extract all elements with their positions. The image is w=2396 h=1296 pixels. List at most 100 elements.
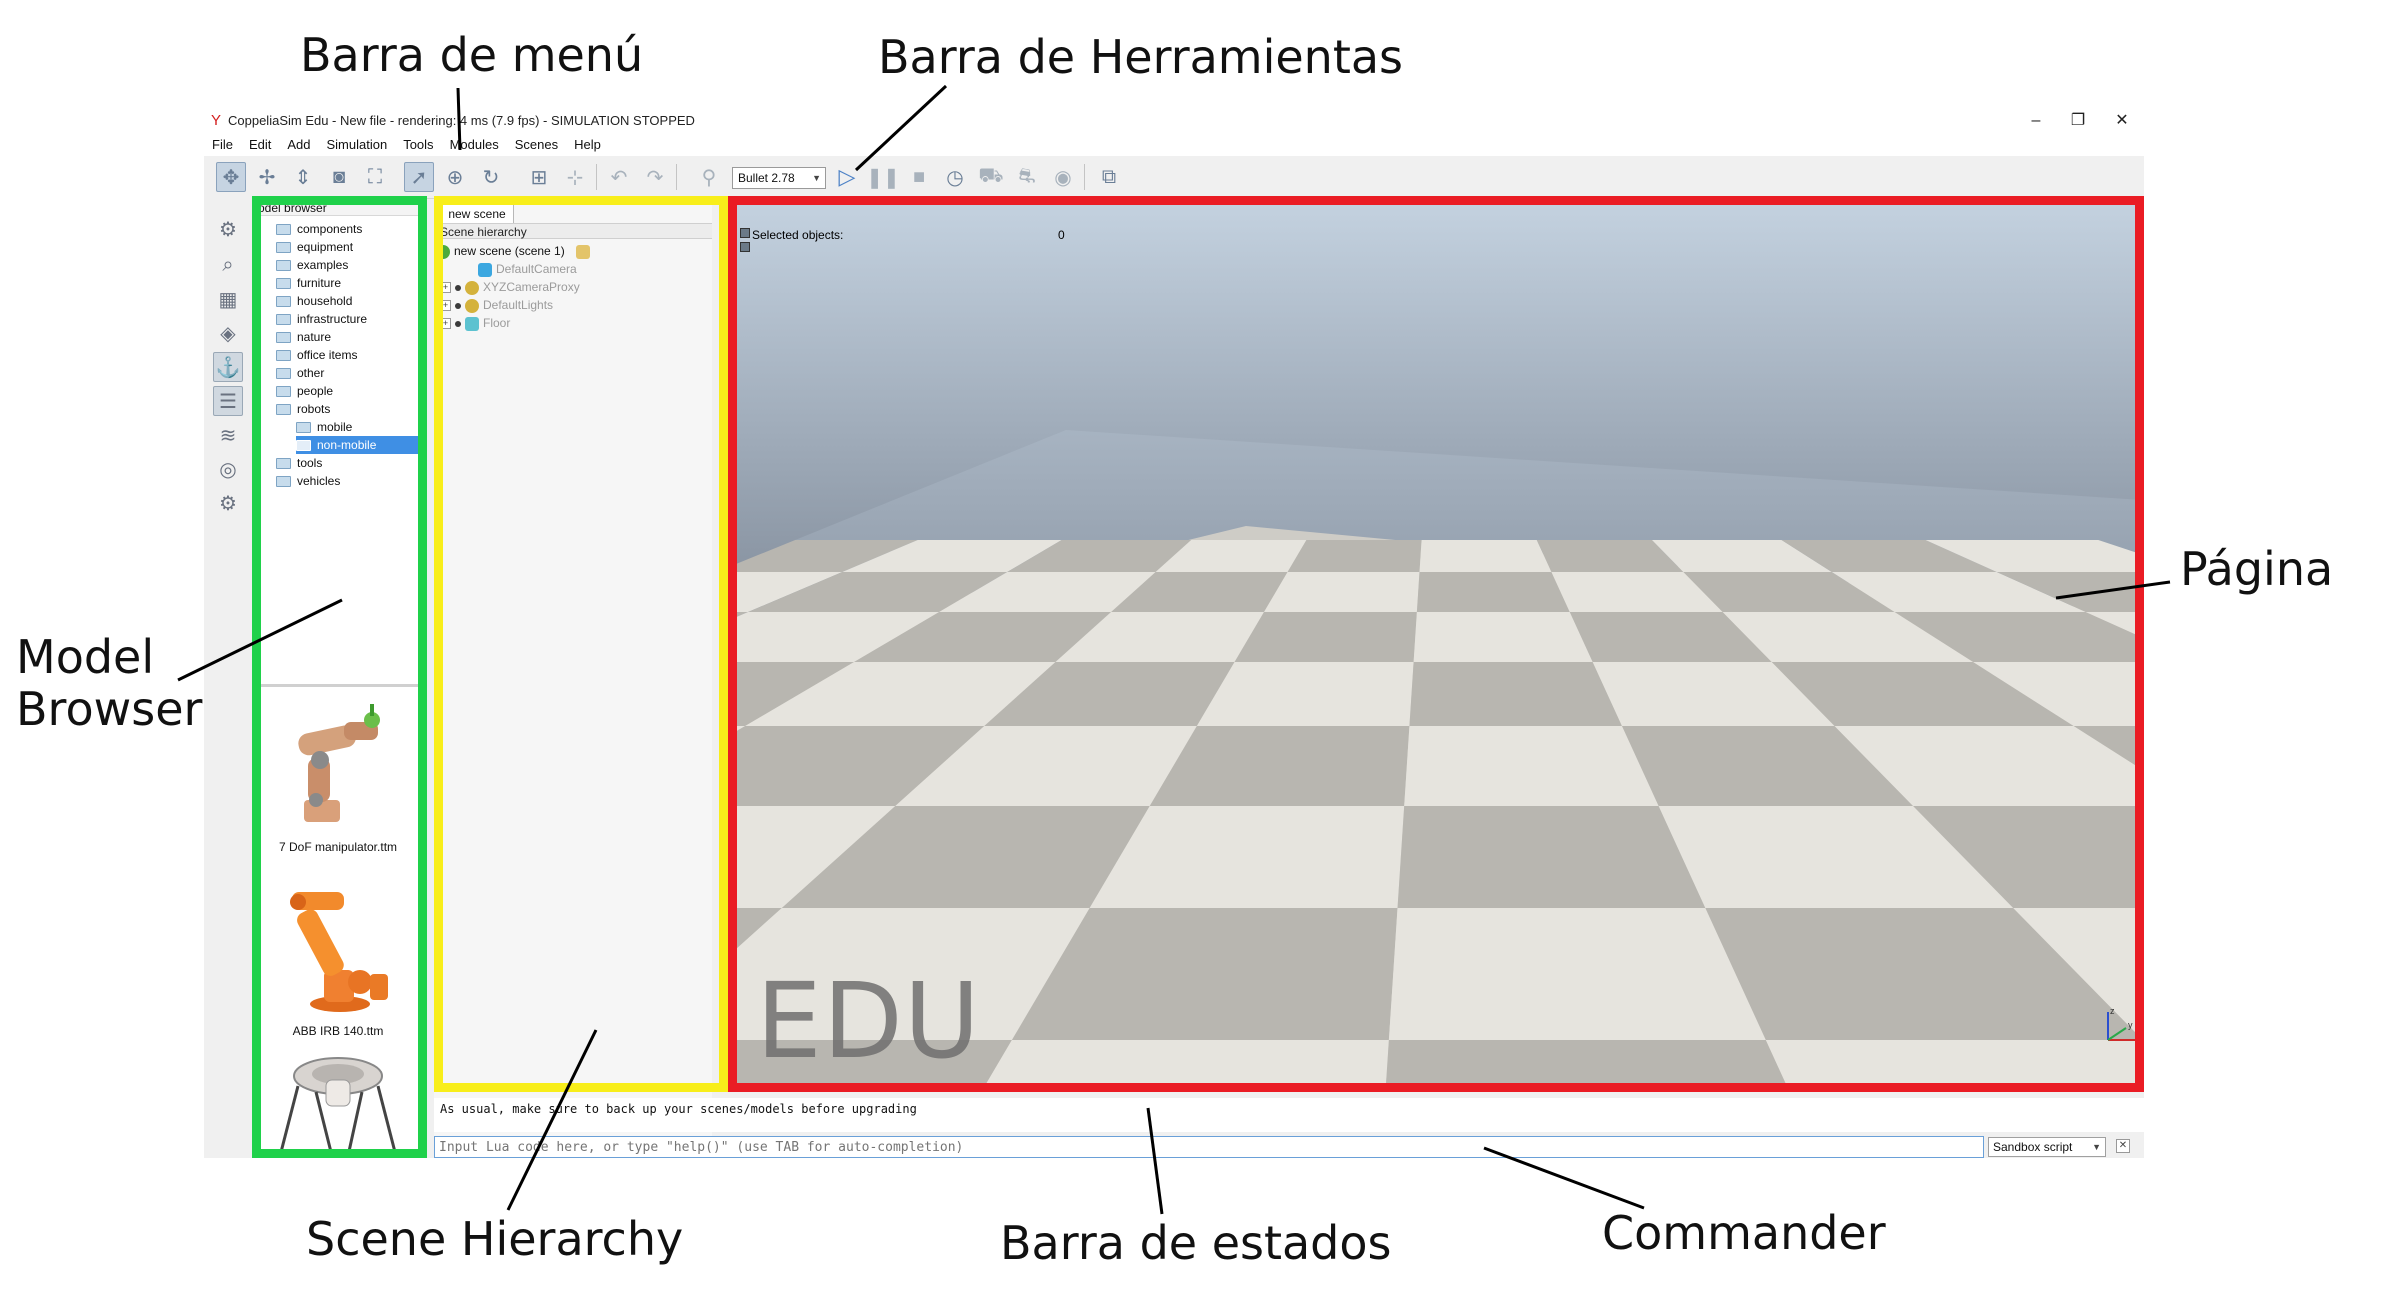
- video-recorder-icon[interactable]: ◎: [213, 454, 243, 484]
- folder-equipment[interactable]: equipment: [276, 238, 353, 256]
- calculator-icon[interactable]: ▦: [213, 284, 243, 314]
- folder-tools[interactable]: tools: [276, 454, 322, 472]
- realtime-icon[interactable]: ◷: [940, 162, 970, 192]
- viewport-option-icon[interactable]: [740, 242, 750, 252]
- maximize-button[interactable]: ❐: [2056, 110, 2100, 132]
- menu-file[interactable]: File: [204, 134, 241, 156]
- scene-viewport[interactable]: Selected objects: 0 EDU z y x: [736, 200, 2142, 1084]
- menu-help[interactable]: Help: [566, 134, 609, 156]
- floor-tile: [1397, 806, 1706, 908]
- folder-other[interactable]: other: [276, 364, 324, 382]
- menu-edit[interactable]: Edit: [241, 134, 279, 156]
- faster-icon[interactable]: ⛐: [1012, 162, 1042, 192]
- commander-close-icon[interactable]: ✕: [2116, 1139, 2130, 1153]
- viewport-menu-icon[interactable]: [740, 228, 750, 238]
- folder-icon: [276, 224, 291, 236]
- camera-rotate-icon[interactable]: ✢: [252, 162, 282, 192]
- model-browser-splitter[interactable]: [254, 684, 422, 687]
- scene-object-floor[interactable]: + Floor: [440, 314, 510, 332]
- folder-vehicles[interactable]: vehicles: [276, 472, 340, 490]
- close-button[interactable]: ✕: [2100, 110, 2144, 132]
- expand-icon[interactable]: +: [440, 318, 451, 330]
- tab-new-scene[interactable]: new scene: [440, 204, 514, 223]
- left-toolbar: ⚙ ⌕ ▦ ◈ ⚓ ☰ ≋ ◎ ⚙: [204, 198, 252, 1158]
- annotation-status-bar: Barra de estados: [1000, 1216, 1392, 1270]
- folder-mobile[interactable]: mobile: [296, 418, 352, 436]
- folder-office-items[interactable]: office items: [276, 346, 357, 364]
- folder-infrastructure[interactable]: infrastructure: [276, 310, 367, 328]
- folder-icon: [276, 260, 291, 272]
- visibility-dot-icon: [455, 302, 461, 309]
- folder-components[interactable]: components: [276, 220, 362, 238]
- delta-robot-thumbnail[interactable]: [272, 1056, 406, 1158]
- script-icon[interactable]: [576, 244, 591, 259]
- search-icon[interactable]: ⌕: [213, 250, 243, 280]
- folder-household[interactable]: household: [276, 292, 352, 310]
- folder-nature[interactable]: nature: [276, 328, 331, 346]
- menu-scenes[interactable]: Scenes: [507, 134, 566, 156]
- folder-icon: [276, 368, 291, 380]
- folder-furniture[interactable]: furniture: [276, 274, 341, 292]
- folder-people[interactable]: people: [276, 382, 333, 400]
- user-settings-icon[interactable]: ⚙: [213, 488, 243, 518]
- slower-icon[interactable]: ⛟: [976, 162, 1006, 192]
- folder-robots[interactable]: robots: [276, 400, 330, 418]
- assemble-icon[interactable]: ⊞: [524, 162, 554, 192]
- physics-engine-select[interactable]: Bullet 2.78 ▼: [732, 167, 826, 189]
- scene-object-xyzcameraproxy[interactable]: + XYZCameraProxy: [440, 278, 580, 296]
- simulation-settings-icon[interactable]: ⚙: [213, 214, 243, 244]
- camera-icon: [478, 262, 492, 277]
- object-rotate-icon[interactable]: ↻: [476, 162, 506, 192]
- folder-icon: [276, 314, 291, 326]
- folder-icon: [276, 332, 291, 344]
- scene-globe-icon: [436, 244, 450, 259]
- scene-object-defaultlights[interactable]: + DefaultLights: [440, 296, 553, 314]
- scene-root[interactable]: new scene (scene 1): [436, 242, 594, 260]
- expand-icon[interactable]: +: [440, 300, 451, 312]
- script-select[interactable]: Sandbox script ▼: [1988, 1137, 2106, 1157]
- toolbar: ✥ ✢ ⇕ ◙ ⛶ ➚ ⊕ ↻ ⊞ ⊹ ↶ ↷ ⚲ Bullet 2.78 ▼ …: [204, 156, 2144, 199]
- undo-icon[interactable]: ↶: [604, 162, 634, 192]
- floor-tile: [1419, 540, 1552, 572]
- page-selector-icon[interactable]: ⧉: [1094, 162, 1124, 192]
- folder-non-mobile[interactable]: non-mobile: [296, 436, 422, 454]
- folder-examples[interactable]: examples: [276, 256, 348, 274]
- floor-tile: [1234, 612, 1417, 662]
- stop-simulation-icon[interactable]: ■: [904, 162, 934, 192]
- menu-simulation[interactable]: Simulation: [319, 134, 396, 156]
- layers-icon[interactable]: ≋: [213, 420, 243, 450]
- minimize-button[interactable]: –: [2014, 110, 2058, 132]
- transfer-dna-icon[interactable]: ⊹: [560, 162, 590, 192]
- fit-to-view-icon[interactable]: ⛶: [360, 162, 390, 192]
- menu-add[interactable]: Add: [279, 134, 318, 156]
- commander-input[interactable]: [434, 1136, 1984, 1158]
- redo-icon[interactable]: ↷: [640, 162, 670, 192]
- visibility-dot-icon: [455, 284, 461, 291]
- object-select-icon[interactable]: ➚: [404, 162, 434, 192]
- manipulator-7dof-thumbnail[interactable]: [274, 700, 404, 828]
- camera-shift-icon[interactable]: ⇕: [288, 162, 318, 192]
- annotation-toolbar: Barra de Herramientas: [878, 30, 1404, 84]
- model-browser-toggle-icon[interactable]: ⚓: [213, 352, 243, 382]
- camera-pan-icon[interactable]: ✥: [216, 162, 246, 192]
- camera-angle-icon[interactable]: ◙: [324, 162, 354, 192]
- shape-edit-icon[interactable]: ◈: [213, 318, 243, 348]
- pause-simulation-icon[interactable]: ❚❚: [866, 162, 900, 192]
- expand-icon[interactable]: +: [440, 282, 451, 294]
- window-title: CoppeliaSim Edu - New file - rendering: …: [228, 113, 695, 128]
- object-shift-icon[interactable]: ⊕: [440, 162, 470, 192]
- menu-bar: File Edit Add Simulation Tools Modules S…: [204, 134, 2144, 156]
- start-simulation-icon[interactable]: ▷: [832, 162, 862, 192]
- floor-tile: [1287, 540, 1422, 572]
- abb-irb140-thumbnail[interactable]: [270, 884, 410, 1014]
- menu-tools[interactable]: Tools: [395, 134, 441, 156]
- floor-tile: [1196, 662, 1414, 726]
- scene-hierarchy-toggle-icon[interactable]: ☰: [213, 386, 243, 416]
- visualization-icon[interactable]: ◉: [1048, 162, 1078, 192]
- menu-modules[interactable]: Modules: [442, 134, 507, 156]
- floor-tile: [1765, 1040, 2142, 1084]
- light-icon: [465, 298, 479, 313]
- scene-object-defaultcamera[interactable]: DefaultCamera: [478, 260, 577, 278]
- script-select-value: Sandbox script: [1993, 1140, 2073, 1154]
- dynamics-toggle-icon[interactable]: ⚲: [694, 162, 724, 192]
